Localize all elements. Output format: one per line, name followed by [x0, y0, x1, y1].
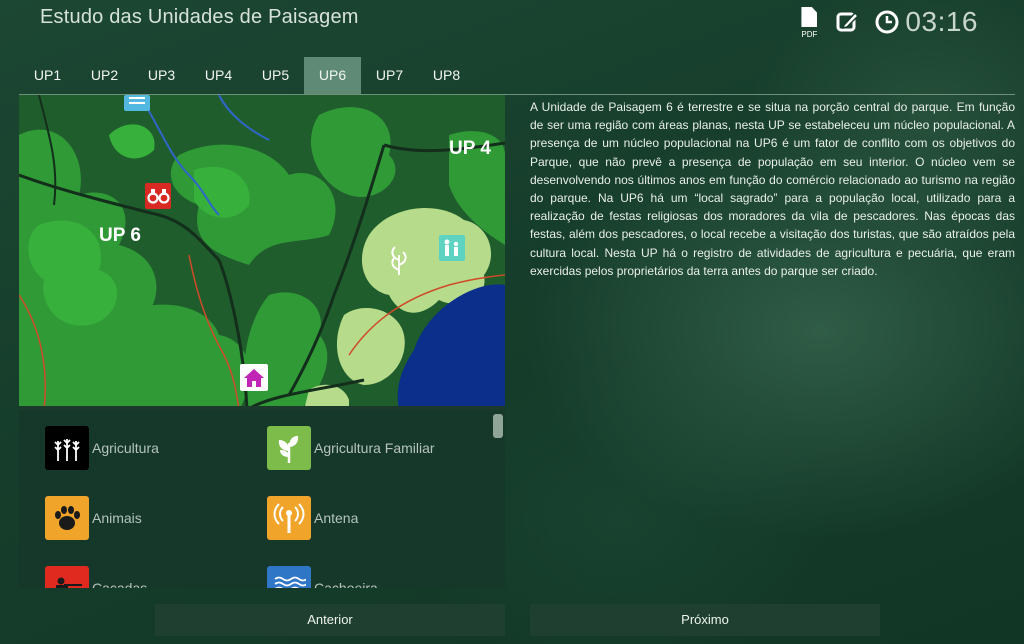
sprout-icon	[267, 426, 311, 470]
tab-up3[interactable]: UP3	[133, 57, 190, 94]
pdf-label: PDF	[801, 30, 818, 39]
landscape-map[interactable]: UP 6 UP 4	[19, 95, 505, 410]
waves-icon	[267, 566, 311, 588]
hunter-icon	[45, 566, 89, 588]
family-icon[interactable]	[439, 235, 465, 261]
up-tabs: UP1 UP2 UP3 UP4 UP5 UP6 UP7 UP8	[19, 57, 1015, 95]
previous-button[interactable]: Anterior	[155, 604, 505, 636]
paw-icon	[45, 496, 89, 540]
wheat-icon	[45, 426, 89, 470]
legend-panel: Agricultura Agricultura Familiar Animais…	[19, 410, 505, 588]
up-description: A Unidade de Paisagem 6 é terrestre e se…	[530, 100, 1015, 278]
legend-item-cacadas[interactable]: Caçadas	[45, 566, 267, 588]
antenna-icon	[267, 496, 311, 540]
tab-up6[interactable]: UP6	[304, 57, 361, 94]
clock-icon	[875, 10, 899, 34]
legend-label: Antena	[314, 510, 359, 526]
legend-item-antena[interactable]: Antena	[267, 496, 485, 540]
house-icon[interactable]	[240, 364, 268, 391]
legend-item-agricultura[interactable]: Agricultura	[45, 426, 267, 470]
pdf-icon[interactable]: PDF	[799, 5, 819, 39]
edit-icon[interactable]	[835, 10, 860, 34]
map-label-up6: UP 6	[99, 225, 141, 246]
legend-label: Animais	[92, 510, 142, 526]
legend-scrollbar[interactable]	[493, 414, 503, 438]
legend-label: Agricultura	[92, 440, 159, 456]
map-label-up4: UP 4	[449, 138, 491, 159]
legend-label: Caçadas	[92, 580, 148, 588]
top-toolbar: PDF 03:16	[799, 4, 978, 40]
legend-item-cachoeira[interactable]: Cachoeira	[267, 566, 485, 588]
legend-item-animais[interactable]: Animais	[45, 496, 267, 540]
next-button[interactable]: Próximo	[530, 604, 880, 636]
page-title: Estudo das Unidades de Paisagem	[40, 6, 359, 28]
tab-up7[interactable]: UP7	[361, 57, 418, 94]
legend-item-agricultura-familiar[interactable]: Agricultura Familiar	[267, 426, 485, 470]
tab-up5[interactable]: UP5	[247, 57, 304, 94]
tab-up2[interactable]: UP2	[76, 57, 133, 94]
timer-value: 03:16	[905, 6, 978, 37]
tab-up8[interactable]: UP8	[418, 57, 475, 94]
timer: 03:16	[875, 6, 978, 38]
legend-label: Agricultura Familiar	[314, 440, 435, 456]
tab-up1[interactable]: UP1	[19, 57, 76, 94]
tab-up4[interactable]: UP4	[190, 57, 247, 94]
legend-label: Cachoeira	[314, 580, 378, 588]
waterfall-icon[interactable]	[124, 95, 150, 111]
binoculars-icon[interactable]	[145, 183, 171, 209]
